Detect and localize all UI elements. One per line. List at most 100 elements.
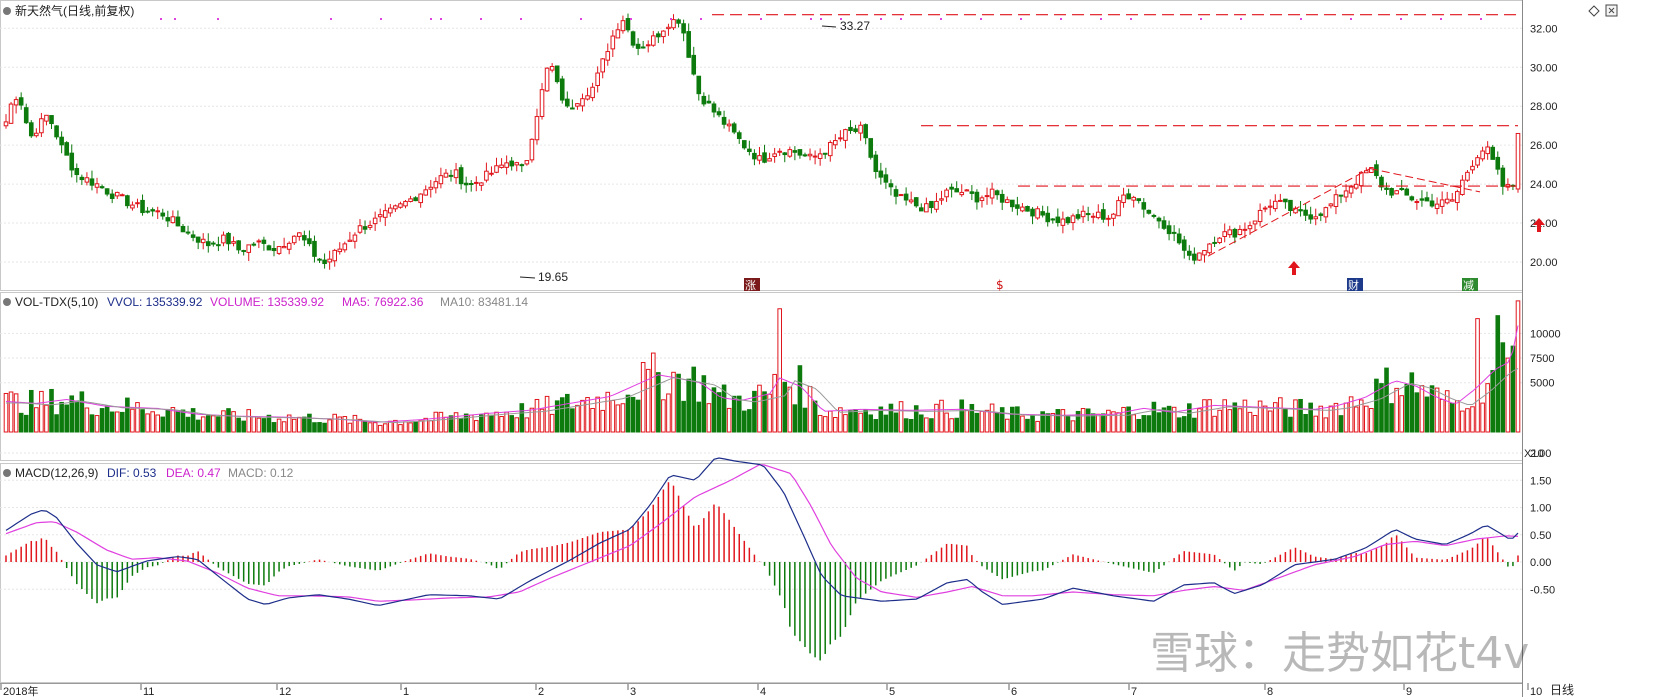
watermark: 雪球：走势如花t4v bbox=[1150, 628, 1529, 679]
month-label: 10 bbox=[1530, 686, 1542, 697]
candle-body bbox=[382, 210, 388, 218]
volume-bar bbox=[898, 401, 904, 433]
volume-bar bbox=[843, 414, 848, 433]
candle-body bbox=[580, 98, 585, 107]
volume-bar bbox=[782, 381, 788, 433]
candle-body bbox=[1004, 199, 1010, 203]
candle-body bbox=[787, 149, 793, 157]
volume-bar bbox=[104, 405, 110, 433]
candle-body bbox=[1419, 198, 1425, 201]
signal-dot bbox=[670, 18, 672, 20]
volume-bar bbox=[261, 418, 267, 433]
diamond-icon[interactable] bbox=[1588, 5, 1600, 17]
event-marker-dollar[interactable]: $ bbox=[996, 278, 1004, 292]
candle-body bbox=[185, 231, 191, 234]
signal-dot bbox=[1100, 18, 1102, 20]
volume-bar bbox=[600, 409, 606, 433]
candle-body bbox=[170, 216, 176, 224]
signal-dot bbox=[430, 18, 432, 20]
candle-body bbox=[150, 209, 155, 212]
volume-bar bbox=[1414, 392, 1420, 433]
volume-bar bbox=[1111, 411, 1116, 433]
volume-bar bbox=[1394, 387, 1399, 433]
volume-bar bbox=[767, 393, 772, 433]
candle-body bbox=[473, 181, 479, 184]
volume-bar bbox=[681, 400, 686, 433]
candle-body bbox=[1495, 156, 1501, 170]
volume-bar bbox=[302, 416, 307, 433]
volume-bar bbox=[893, 412, 899, 433]
volume-bar bbox=[377, 424, 383, 433]
volume-bar bbox=[1121, 406, 1126, 433]
candle-body bbox=[200, 238, 206, 244]
candle-body bbox=[656, 33, 661, 38]
signal-dot bbox=[940, 18, 942, 20]
candle-body bbox=[94, 183, 100, 188]
volume-bar bbox=[817, 414, 823, 433]
volume-bar bbox=[630, 396, 636, 433]
volume-bar bbox=[241, 420, 246, 433]
candle-body bbox=[974, 191, 980, 203]
volume-bar bbox=[863, 409, 868, 433]
candle-body bbox=[615, 29, 621, 39]
candle-body bbox=[246, 244, 252, 253]
candle-body bbox=[1075, 214, 1081, 219]
volume-bar bbox=[140, 409, 145, 433]
event-marker-reduce[interactable]: 减 bbox=[1462, 278, 1478, 292]
volume-bar bbox=[1353, 406, 1359, 433]
settings-dot-icon[interactable] bbox=[3, 7, 11, 15]
event-marker-finance[interactable]: 财 bbox=[1347, 278, 1363, 292]
vol-tick-label: 10000 bbox=[1530, 328, 1561, 340]
candle-body bbox=[1394, 190, 1399, 195]
volume-bar bbox=[458, 418, 464, 433]
vol-panel-header: VOL-TDX(5,10) VVOL: 135339.92 VOLUME: 13… bbox=[3, 295, 528, 309]
settings-dot-icon[interactable] bbox=[3, 298, 11, 306]
volume-bar bbox=[307, 413, 312, 433]
volume-bar bbox=[347, 422, 353, 433]
volume-bar bbox=[1085, 408, 1091, 433]
volume-bar bbox=[246, 409, 252, 433]
volume-bar bbox=[1207, 399, 1212, 433]
trend-line bbox=[1207, 168, 1371, 257]
candle-body bbox=[1166, 225, 1172, 235]
candle-body bbox=[241, 250, 246, 253]
volume-bar bbox=[1278, 397, 1283, 433]
volume-bar bbox=[1065, 416, 1071, 433]
volume-bar bbox=[327, 419, 332, 433]
volume-bar bbox=[519, 403, 525, 433]
volume-bar bbox=[731, 395, 737, 433]
candle-body bbox=[802, 154, 808, 157]
candle-body bbox=[666, 26, 671, 30]
candle-body bbox=[620, 20, 626, 32]
signal-dot bbox=[1240, 18, 1242, 20]
volume-bar bbox=[99, 408, 105, 433]
candle-body bbox=[130, 204, 135, 209]
candle-body bbox=[1126, 193, 1131, 200]
volume-bar bbox=[185, 416, 191, 433]
candle-body bbox=[332, 249, 337, 262]
candle-body bbox=[195, 236, 201, 243]
volume-bar bbox=[1055, 409, 1061, 433]
candle-body bbox=[625, 18, 631, 31]
settings-dot-icon[interactable] bbox=[3, 469, 11, 477]
volume-bar bbox=[1465, 408, 1470, 433]
candle-body bbox=[1040, 211, 1045, 216]
volume-bar bbox=[620, 403, 626, 433]
candle-body bbox=[393, 205, 398, 210]
candle-body bbox=[544, 67, 550, 92]
candle-body bbox=[13, 99, 19, 106]
volume-bar bbox=[438, 411, 444, 433]
candle-body bbox=[1202, 250, 1207, 256]
event-marker-up[interactable]: 涨 bbox=[744, 278, 760, 292]
volume-bar bbox=[676, 373, 681, 433]
candle-body bbox=[261, 239, 267, 244]
volume-bar bbox=[883, 414, 889, 433]
macd-tick-label: 1.00 bbox=[1530, 503, 1551, 515]
candle-body bbox=[1439, 199, 1445, 207]
volume-bar bbox=[23, 414, 29, 433]
volume-bar bbox=[807, 385, 813, 433]
close-icon[interactable] bbox=[1605, 4, 1618, 17]
volume-bar bbox=[691, 366, 697, 433]
volume-bar bbox=[1045, 413, 1051, 433]
volume-bar bbox=[908, 418, 914, 433]
